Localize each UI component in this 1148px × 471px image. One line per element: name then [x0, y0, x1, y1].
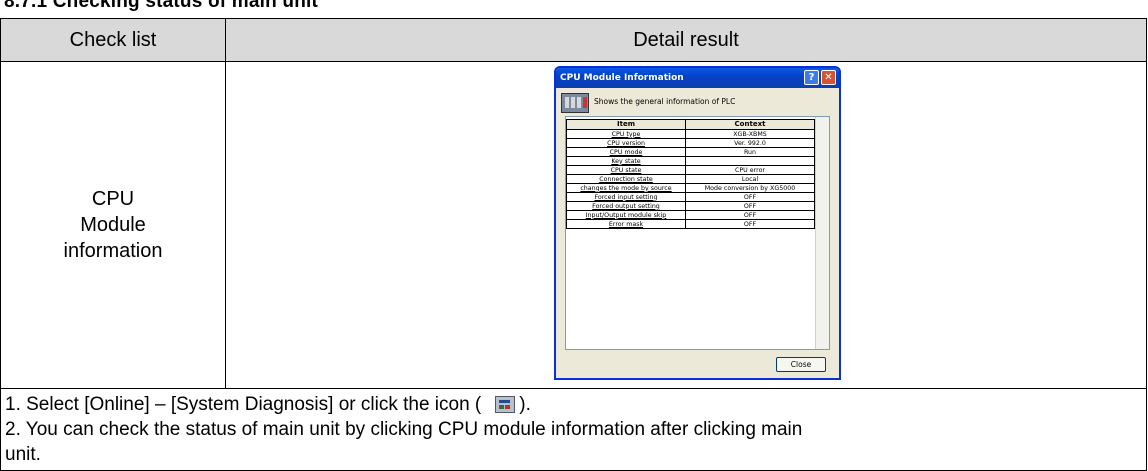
row-label-line: information — [63, 240, 163, 262]
note-1-end: ). — [519, 394, 531, 415]
check-table: Check list Detail result CPU Module info… — [0, 18, 1147, 471]
row-item: Key state — [566, 156, 686, 166]
info-text: Shows the general information of PLC — [594, 97, 736, 106]
row-context: Ver. 992.0 — [685, 138, 815, 148]
note-2-cont: unit. — [5, 444, 41, 465]
row-label: CPU Module information — [0, 61, 226, 389]
row-context: CPU error — [685, 165, 815, 175]
notes-cell: 1. Select [Online] – [System Diagnosis] … — [0, 388, 1147, 471]
row-item: Forced input setting — [566, 192, 686, 202]
table-row: changes the mode by source Mode conversio… — [566, 183, 815, 193]
table-row: Error mask OFF — [566, 219, 815, 229]
row-label-line: Module — [80, 214, 146, 236]
row-context: OFF — [685, 192, 815, 202]
row-item: Forced output setting — [566, 201, 686, 211]
info-row: Shows the general information of PLC — [556, 88, 839, 114]
vertical-scrollbar[interactable] — [815, 117, 829, 349]
row-item: Connection state — [566, 174, 686, 184]
table-row: Key state — [566, 156, 815, 166]
note-2: 2. You can check the status of main unit… — [5, 419, 803, 440]
close-button[interactable]: Close — [776, 357, 826, 372]
table-row: Connection state Local — [566, 174, 815, 184]
table-row: Forced input setting OFF — [566, 192, 815, 202]
row-context: OFF — [685, 201, 815, 211]
header-row: Check list Detail result — [0, 18, 1147, 62]
close-icon[interactable]: ✕ — [821, 70, 836, 85]
note-1: 1. Select [Online] – [System Diagnosis] … — [5, 392, 1142, 417]
info-grid: Item Context CPU type XGB-XBMS CPU versio… — [565, 116, 830, 350]
info-table: Item Context CPU type XGB-XBMS CPU versio… — [566, 119, 815, 229]
table-row: CPU mode Run — [566, 147, 815, 157]
table-row: CPU version Ver. 992.0 — [566, 138, 815, 148]
info-header-row: Item Context — [566, 119, 815, 130]
table-row: Input/Output module skip OFF — [566, 210, 815, 220]
detail-result-header: Detail result — [225, 18, 1147, 62]
dialog-title: CPU Module Information — [560, 73, 684, 83]
row-context: Mode conversion by XG5000 — [685, 183, 815, 193]
table-row: Forced output setting OFF — [566, 201, 815, 211]
row-context: OFF — [685, 219, 815, 229]
row-context: Run — [685, 147, 815, 157]
table-row: CPU state CPU error — [566, 165, 815, 175]
row-context: Local — [685, 174, 815, 184]
row-item: Input/Output module skip — [566, 210, 686, 220]
plc-icon — [561, 93, 589, 113]
detail-cell: CPU Module Information ? ✕ Shows the gen… — [225, 61, 1147, 389]
context-header: Context — [685, 119, 815, 130]
help-icon[interactable]: ? — [804, 70, 819, 85]
row-item: Error mask — [566, 219, 686, 229]
cpu-module-info-dialog: CPU Module Information ? ✕ Shows the gen… — [554, 66, 841, 380]
row-context: OFF — [685, 210, 815, 220]
check-list-header: Check list — [0, 18, 226, 62]
row-label-line: CPU — [91, 188, 135, 210]
note-1-text: 1. Select [Online] – [System Diagnosis] … — [5, 394, 482, 415]
row-item: changes the mode by source — [566, 183, 686, 193]
row-item: CPU state — [566, 165, 686, 175]
section-heading: 8.7.1 Checking status of main unit — [4, 0, 319, 12]
row-context: XGB-XBMS — [685, 129, 815, 139]
notes-row: 1. Select [Online] – [System Diagnosis] … — [0, 388, 1147, 471]
row-item: CPU mode — [566, 147, 686, 157]
item-header: Item — [566, 119, 686, 130]
row-item: CPU version — [566, 138, 686, 148]
system-diagnosis-icon — [495, 396, 516, 413]
table-row: CPU type XGB-XBMS — [566, 129, 815, 139]
cpu-row: CPU Module information CPU Module Inform… — [0, 61, 1147, 389]
dialog-titlebar: CPU Module Information ? ✕ — [556, 68, 839, 88]
row-item: CPU type — [566, 129, 686, 139]
row-context — [685, 156, 815, 166]
